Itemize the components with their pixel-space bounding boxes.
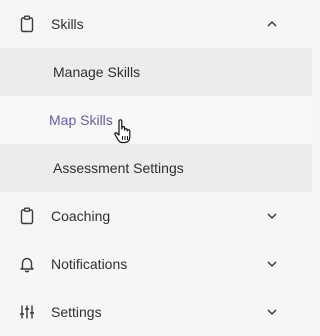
nav-item-notifications[interactable]: Notifications (0, 240, 312, 288)
clipboard-icon (18, 15, 36, 33)
clipboard-icon (18, 207, 36, 225)
nav-item-skills[interactable]: Skills (0, 0, 312, 48)
sidebar-nav: Skills Manage Skills Map Skills Assessme… (0, 0, 312, 336)
sliders-icon (18, 303, 36, 321)
bell-icon (18, 255, 36, 273)
chevron-down-icon[interactable] (265, 305, 279, 319)
hand-pointer-cursor-icon (113, 119, 133, 145)
chevron-down-icon[interactable] (265, 257, 279, 271)
chevron-up-icon[interactable] (265, 17, 279, 31)
submenu-item-label: Manage Skills (53, 64, 141, 80)
nav-item-notifications-label: Notifications (51, 256, 128, 272)
nav-item-coaching-label: Coaching (51, 208, 111, 224)
submenu-item-assessment-settings[interactable]: Assessment Settings (0, 144, 312, 192)
nav-item-settings[interactable]: Settings (0, 288, 312, 336)
submenu-item-map-skills[interactable]: Map Skills (0, 96, 312, 144)
nav-item-skills-label: Skills (51, 16, 84, 32)
chevron-down-icon[interactable] (265, 209, 279, 223)
submenu-item-label: Assessment Settings (53, 160, 184, 176)
nav-item-coaching[interactable]: Coaching (0, 192, 312, 240)
submenu-item-label: Map Skills (49, 112, 113, 128)
nav-item-settings-label: Settings (51, 304, 102, 320)
submenu-item-manage-skills[interactable]: Manage Skills (0, 48, 312, 96)
